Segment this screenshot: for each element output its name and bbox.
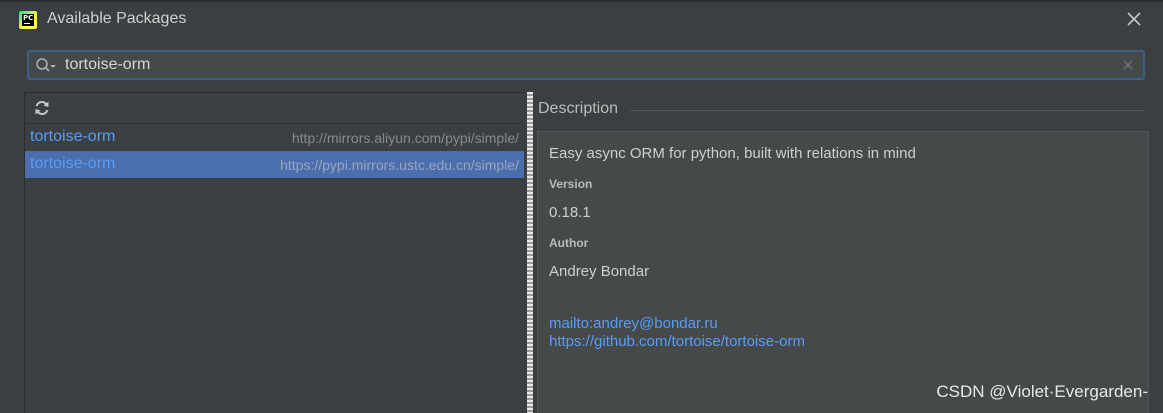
version-value: 0.18.1 xyxy=(549,204,591,221)
package-row-aliyun[interactable]: tortoise-orm http://mirrors.aliyun.com/p… xyxy=(25,124,524,151)
search-input[interactable] xyxy=(65,53,1105,77)
title-bar: PC Available Packages xyxy=(0,0,1163,40)
author-email-link[interactable]: mailto:andrey@bondar.ru xyxy=(549,315,718,332)
search-box[interactable] xyxy=(27,50,1145,80)
package-repo-url: https://pypi.mirrors.ustc.edu.cn/simple/ xyxy=(280,157,519,173)
package-list-panel: tortoise-orm http://mirrors.aliyun.com/p… xyxy=(24,92,524,413)
description-divider xyxy=(630,110,1145,111)
description-panel: Easy async ORM for python, built with re… xyxy=(537,131,1149,413)
homepage-link[interactable]: https://github.com/tortoise/tortoise-orm xyxy=(549,333,805,350)
clear-icon[interactable] xyxy=(1121,58,1135,72)
pycharm-logo-icon: PC xyxy=(19,11,37,29)
splitter-grip[interactable] xyxy=(527,92,533,413)
refresh-icon[interactable] xyxy=(33,99,51,117)
package-summary: Easy async ORM for python, built with re… xyxy=(549,145,916,162)
close-icon xyxy=(1127,12,1141,26)
top-divider xyxy=(0,0,1163,2)
window-title: Available Packages xyxy=(47,10,187,27)
pycharm-logo-mark: PC xyxy=(22,14,34,26)
watermark: CSDN @Violet·Evergarden- xyxy=(936,382,1148,401)
author-label: Author xyxy=(549,236,589,250)
package-row-ustc[interactable]: tortoise-orm https://pypi.mirrors.ustc.e… xyxy=(25,151,524,178)
version-label: Version xyxy=(549,177,593,191)
description-header: Description xyxy=(538,100,619,117)
package-list-toolbar xyxy=(25,93,524,124)
author-value: Andrey Bondar xyxy=(549,263,650,280)
package-list: tortoise-orm http://mirrors.aliyun.com/p… xyxy=(25,124,524,178)
package-name: tortoise-orm xyxy=(30,128,116,145)
package-repo-url: http://mirrors.aliyun.com/pypi/simple/ xyxy=(291,130,519,146)
panel-splitter[interactable] xyxy=(524,92,536,413)
close-button[interactable] xyxy=(1123,8,1145,30)
package-name: tortoise-orm xyxy=(30,155,116,172)
search-icon[interactable] xyxy=(35,57,57,75)
